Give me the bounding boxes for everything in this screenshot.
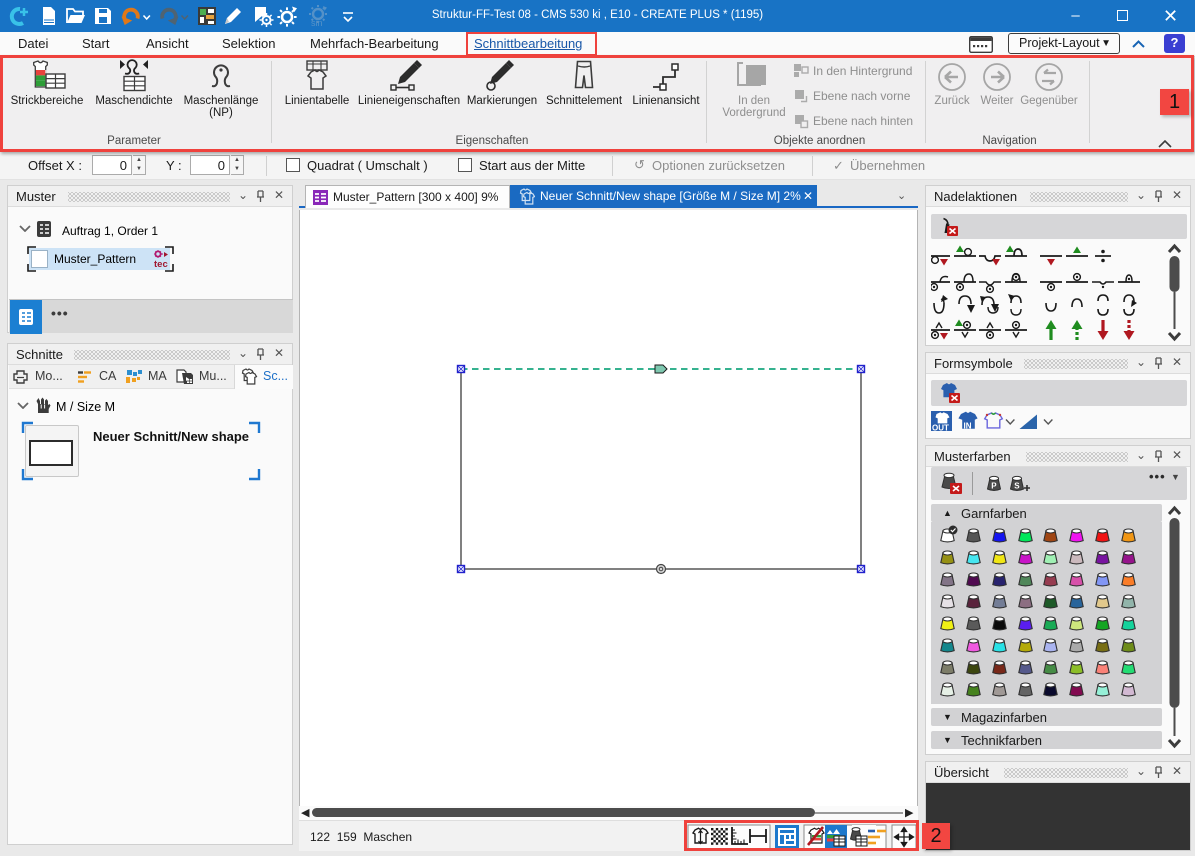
svg-text:IN: IN [964,422,972,431]
svg-text:OUT: OUT [932,424,949,433]
svg-text:sin: sin [311,18,323,28]
svg-text:S: S [1014,482,1020,491]
svg-text:P: P [991,482,997,491]
